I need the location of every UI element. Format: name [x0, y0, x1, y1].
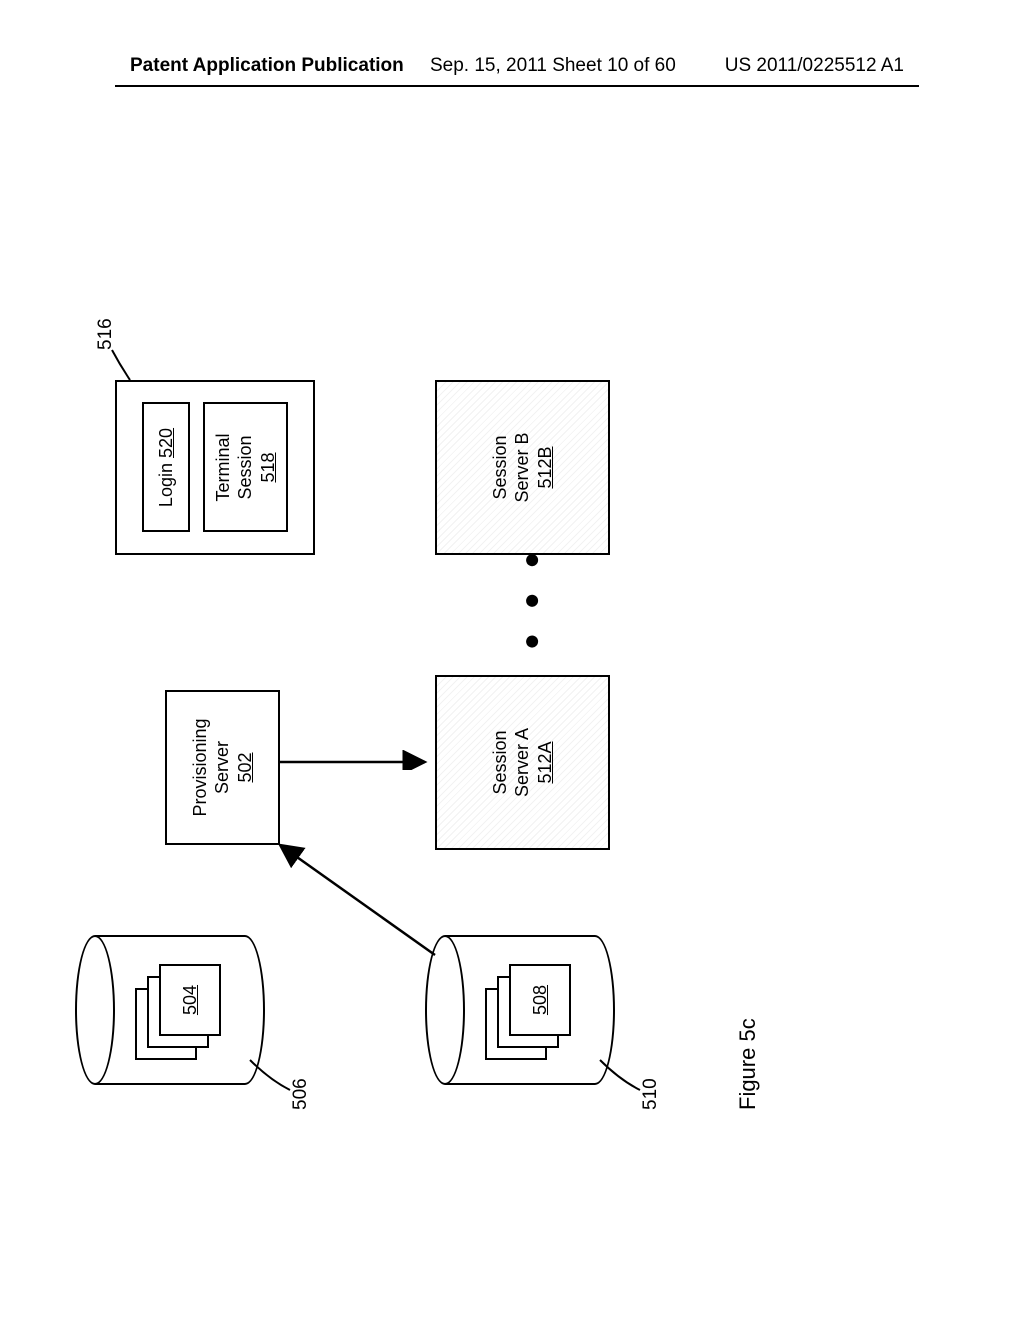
ref-512b: 512B: [534, 446, 557, 488]
database-cylinder-510: 508: [425, 935, 615, 1085]
ref-512a: 512A: [534, 741, 557, 783]
callout-line-506: [245, 1055, 295, 1095]
login-box: Login 520: [142, 403, 190, 533]
header-left: Patent Application Publication: [130, 55, 404, 77]
callout-line-516: [110, 345, 140, 380]
header-rule: [115, 85, 919, 87]
header-right: US 2011/0225512 A1: [725, 55, 904, 77]
ref-508: 508: [530, 985, 551, 1015]
session-server-a-box: Session Server A 512A: [435, 675, 610, 850]
page-header: Patent Application Publication Sep. 15, …: [0, 55, 1024, 77]
header-center: Sep. 15, 2011 Sheet 10 of 60: [430, 55, 676, 77]
arrow-502-to-512a: [280, 750, 435, 770]
ellipsis-dots: ● ● ●: [515, 544, 547, 650]
figure-5c: 504 506 508 510 Provisioning Server 502 …: [15, 315, 1015, 1045]
ref-520: 520: [156, 428, 176, 458]
session-server-b-box: Session Server B 512B: [435, 380, 610, 555]
provisioning-server-box: Provisioning Server 502: [165, 690, 280, 845]
login-label: Login: [156, 463, 176, 507]
terminal-session-box: Terminal Session 518: [203, 403, 288, 533]
ref-518: 518: [257, 452, 280, 482]
ts-label: Terminal Session: [212, 433, 257, 501]
ref-504: 504: [180, 985, 201, 1015]
figure-label: Figure 5c: [735, 1018, 761, 1110]
database-cylinder-506: 504: [75, 935, 265, 1085]
arrow-510-to-502: [275, 830, 445, 960]
ref-502: 502: [234, 752, 257, 782]
session-b-label: Session Server B: [489, 432, 534, 502]
session-a-label: Session Server A: [489, 728, 534, 797]
client-box-516: Login 520 Terminal Session 518: [115, 380, 315, 555]
callout-line-510: [595, 1055, 645, 1095]
provisioning-label: Provisioning Server: [189, 718, 234, 816]
